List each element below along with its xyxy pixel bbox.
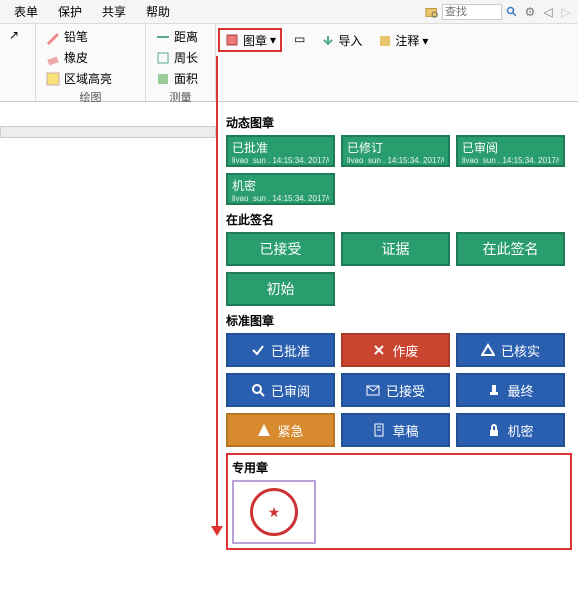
stamp-dropdown[interactable]: 图章 ▾ bbox=[218, 28, 282, 52]
warn-icon bbox=[257, 423, 271, 437]
gear-icon[interactable]: ⚙ bbox=[522, 4, 538, 20]
dynamic-stamp[interactable]: 已修订liyao_sun , 14:15:34, 2017/06/21 bbox=[341, 135, 450, 167]
dynamic-stamp[interactable]: 已批准liyao_sun , 14:15:34, 2017/06/21 bbox=[226, 135, 335, 167]
distance-label: 距离 bbox=[174, 28, 198, 45]
import-icon bbox=[321, 34, 335, 48]
doc-icon bbox=[372, 423, 386, 437]
stamp-label: 最终 bbox=[507, 381, 533, 400]
stamp-label: 机密 bbox=[507, 421, 533, 440]
stamp-label: 已批准 bbox=[271, 341, 310, 360]
triangle-icon bbox=[481, 343, 495, 357]
stamp-icon bbox=[487, 383, 501, 397]
tool-import[interactable]: 导入 bbox=[317, 30, 366, 51]
standard-stamp[interactable]: 紧急 bbox=[226, 413, 335, 447]
standard-stamp[interactable]: 已批准 bbox=[226, 333, 335, 367]
area-icon bbox=[155, 71, 171, 87]
tool-rect[interactable]: ▭ bbox=[290, 30, 309, 48]
stamp-label: 机密 bbox=[232, 177, 329, 194]
standard-stamp[interactable]: 已审阅 bbox=[226, 373, 335, 407]
stamp-label: 已接受 bbox=[386, 381, 425, 400]
custom-seal-stamp[interactable] bbox=[232, 480, 316, 544]
cursor-icon: ↗ bbox=[9, 28, 25, 44]
stamp-label: 已审阅 bbox=[462, 139, 559, 156]
dynamic-stamp[interactable]: 已审阅liyao_sun , 14:15:34, 2017/06/21 bbox=[456, 135, 565, 167]
standard-title: 标准图章 bbox=[226, 312, 572, 329]
chevron-down-icon: ▾ bbox=[270, 33, 276, 47]
perimeter-icon bbox=[155, 50, 171, 66]
custom-title: 专用章 bbox=[232, 459, 566, 476]
stamp-icon bbox=[224, 32, 240, 48]
stamp-panel: 动态图章 已批准liyao_sun , 14:15:34, 2017/06/21… bbox=[216, 102, 578, 606]
signature-stamp[interactable]: 在此签名 bbox=[456, 232, 565, 266]
area-label: 面积 bbox=[174, 70, 198, 87]
document-area bbox=[0, 102, 216, 606]
mail-icon bbox=[366, 383, 380, 397]
stamp-meta: liyao_sun , 14:15:34, 2017/06/21 bbox=[347, 156, 444, 163]
stamp-label: 已核实 bbox=[501, 341, 540, 360]
stamp-meta: liyao_sun , 14:15:34, 2017/06/21 bbox=[232, 194, 329, 201]
standard-stamp[interactable]: 草稿 bbox=[341, 413, 450, 447]
tool-pencil[interactable]: 铅笔 bbox=[42, 26, 139, 47]
signature-stamp[interactable]: 初始 bbox=[226, 272, 335, 306]
eraser-label: 橡皮 bbox=[64, 49, 88, 66]
stamp-meta: liyao_sun , 14:15:34, 2017/06/21 bbox=[232, 156, 329, 163]
lock-icon bbox=[487, 423, 501, 437]
stamp-label: 草稿 bbox=[392, 421, 418, 440]
stamp-label: 图章 bbox=[243, 32, 267, 49]
stamp-label: 已审阅 bbox=[271, 381, 310, 400]
stamp-label: 紧急 bbox=[277, 421, 303, 440]
stamp-label: 作废 bbox=[392, 341, 418, 360]
stamp-label: 已修订 bbox=[347, 139, 444, 156]
tool-annotate[interactable]: 注释 ▾ bbox=[374, 30, 432, 51]
folder-search-icon bbox=[424, 4, 440, 20]
search-icon bbox=[251, 383, 265, 397]
chevron-down-icon: ▾ bbox=[422, 34, 428, 48]
distance-icon bbox=[155, 29, 171, 45]
rect-icon: ▭ bbox=[294, 32, 305, 46]
eraser-icon bbox=[45, 50, 61, 66]
check-icon bbox=[251, 343, 265, 357]
signature-stamp[interactable]: 已接受 bbox=[226, 232, 335, 266]
standard-stamp[interactable]: 最终 bbox=[456, 373, 565, 407]
tool-area[interactable]: 面积 bbox=[152, 68, 209, 89]
import-label: 导入 bbox=[338, 32, 362, 49]
menu-form[interactable]: 表单 bbox=[4, 3, 48, 20]
callout-arrow bbox=[216, 56, 218, 534]
dynamic-stamps-title: 动态图章 bbox=[226, 114, 572, 131]
menu-protect[interactable]: 保护 bbox=[48, 3, 92, 20]
region-icon bbox=[45, 71, 61, 87]
dynamic-stamp[interactable]: 机密liyao_sun , 14:15:34, 2017/06/21 bbox=[226, 173, 335, 205]
standard-stamp[interactable]: 已接受 bbox=[341, 373, 450, 407]
standard-stamp[interactable]: 作废 bbox=[341, 333, 450, 367]
standard-stamp[interactable]: 已核实 bbox=[456, 333, 565, 367]
menu-share[interactable]: 共享 bbox=[92, 3, 136, 20]
menu-help[interactable]: 帮助 bbox=[136, 3, 180, 20]
pencil-label: 铅笔 bbox=[64, 28, 88, 45]
seal-icon bbox=[250, 488, 298, 536]
nav-prev-icon[interactable]: ◁ bbox=[540, 4, 556, 20]
tool-region-highlight[interactable]: 区域高亮 bbox=[42, 68, 139, 89]
signature-stamp[interactable]: 证据 bbox=[341, 232, 450, 266]
standard-stamp[interactable]: 机密 bbox=[456, 413, 565, 447]
x-icon bbox=[372, 343, 386, 357]
stamp-label: 已批准 bbox=[232, 139, 329, 156]
stamp-meta: liyao_sun , 14:15:34, 2017/06/21 bbox=[462, 156, 559, 163]
region-label: 区域高亮 bbox=[64, 70, 112, 87]
annotate-label: 注释 bbox=[395, 32, 419, 49]
search-input[interactable] bbox=[442, 4, 502, 20]
tool-eraser[interactable]: 橡皮 bbox=[42, 47, 139, 68]
search-icon[interactable] bbox=[504, 4, 520, 20]
tool-perimeter[interactable]: 周长 bbox=[152, 47, 209, 68]
pencil-icon bbox=[45, 29, 61, 45]
tool-cursor[interactable]: ↗ bbox=[6, 26, 29, 46]
tool-distance[interactable]: 距离 bbox=[152, 26, 209, 47]
note-icon bbox=[378, 34, 392, 48]
signature-title: 在此签名 bbox=[226, 211, 572, 228]
perimeter-label: 周长 bbox=[174, 49, 198, 66]
nav-next-icon[interactable]: ▷ bbox=[558, 4, 574, 20]
